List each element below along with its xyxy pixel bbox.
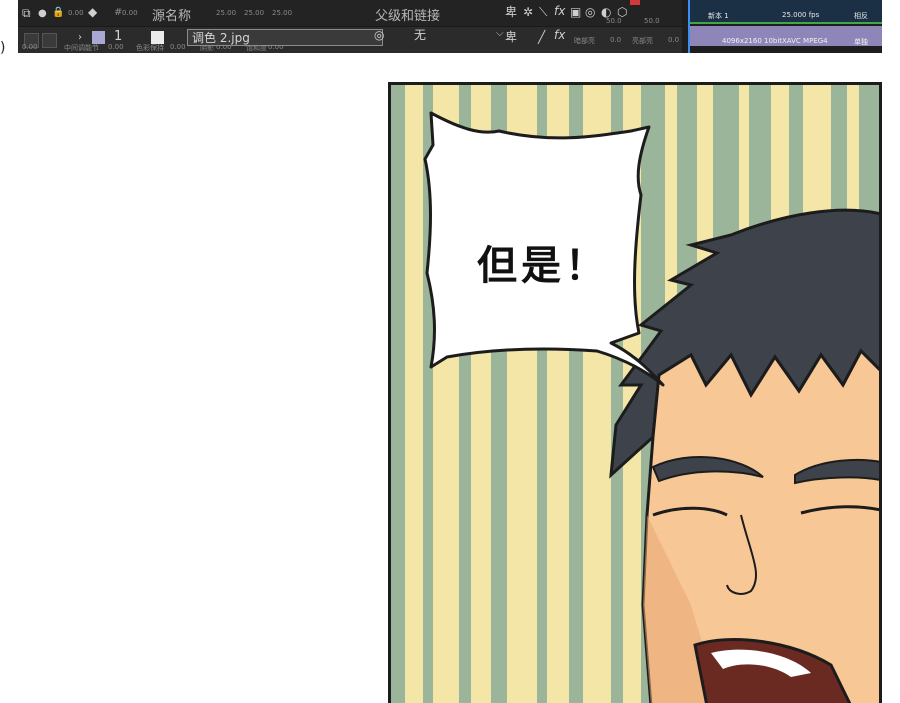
timeline-graph-area[interactable]: 新本 1 25.000 fps 相反 4096x2160 10bit XAVC … [682, 0, 882, 53]
header-small-value: 25.00 [244, 9, 265, 17]
parent-link-column-header[interactable]: 父级和链接 [375, 5, 440, 24]
header-small-value: 25.00 [272, 9, 293, 17]
sub-value: 0.00 [108, 43, 124, 51]
av-switch-icon[interactable]: ⧉ [22, 6, 31, 20]
sub-label: 中间调能节 [64, 44, 99, 52]
parent-pickwhip-icon[interactable]: ◎ [374, 28, 384, 42]
header-small-value: 0.00 [68, 9, 84, 17]
cropped-edge-glyph: ) [0, 40, 6, 56]
effect-fx-icon[interactable]: fx [554, 28, 565, 42]
label-tag-icon[interactable]: ◆ [88, 5, 97, 19]
sub-label: 色彩保持 [136, 44, 164, 52]
effect-fx-icon[interactable]: fx [554, 4, 565, 18]
parent-dropdown-value[interactable]: 无 [414, 27, 426, 43]
playhead-indicator[interactable] [688, 0, 690, 53]
motion-blur-icon[interactable]: ◎ [585, 5, 595, 19]
source-name-column-header[interactable]: 源名称 [152, 5, 191, 24]
comp-fps: 25.000 fps [782, 11, 820, 19]
background-stripe [391, 85, 405, 703]
mid-value: 0.0 [610, 36, 622, 44]
header-small-value: 0.00 [122, 9, 138, 17]
lock-icon[interactable]: 🔒 [52, 6, 64, 20]
sub-value: 0.00 [170, 43, 186, 51]
layer-index: 1 [114, 29, 123, 44]
comic-panel: 但是！ [388, 82, 882, 703]
collapse-switch-icon[interactable]: ✲ [523, 5, 533, 19]
layer-codec: XAVC MPEG4 [782, 37, 828, 45]
timeline-panel: ⧉ ● 🔒 0.00 ◆ # 0.00 源名称 25.00 25.00 25.0… [18, 0, 882, 53]
comp-name: 新本 1 [708, 12, 729, 20]
quality-switch-icon[interactable]: ⟍ [539, 5, 547, 19]
header-small-value: 25.00 [216, 9, 237, 17]
layer-mode: 单独 [854, 38, 868, 46]
frame-blend-icon[interactable]: ▣ [570, 5, 581, 19]
comp-quality: 相反 [854, 12, 868, 20]
chevron-down-icon[interactable]: ⌵ [496, 28, 504, 39]
mid-label: 暗部亮 [574, 37, 595, 45]
record-indicator [630, 0, 640, 5]
layer-size-info: 4096x2160 10bit [722, 37, 783, 45]
mid-value: 50.0 [644, 17, 660, 25]
shy-switch-icon[interactable]: 卑 [505, 30, 517, 44]
speech-bubble-text: 但是！ [477, 243, 609, 289]
mid-value: 0.0 [668, 36, 680, 44]
quality-switch-icon[interactable]: ╱ [538, 30, 545, 44]
mid-value: 50.0 [606, 17, 622, 25]
audio-toggle[interactable] [42, 33, 57, 48]
mid-label: 亮部亮 [632, 37, 653, 45]
solo-dot-icon[interactable]: ● [38, 7, 47, 21]
layer-source-name[interactable]: 调色 2.jpg [187, 29, 383, 46]
comic-illustration [391, 85, 879, 703]
shy-switch-icon[interactable]: 卑 [505, 5, 517, 19]
sub-value: 0.00 [22, 43, 38, 51]
